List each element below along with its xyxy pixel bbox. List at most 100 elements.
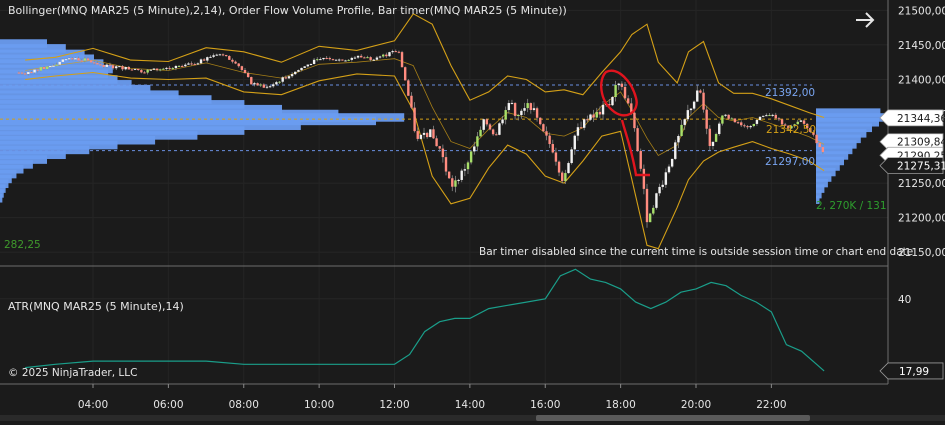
candle-body [507, 103, 511, 111]
candle-body [137, 68, 140, 71]
horizontal-scrollbar[interactable] [0, 415, 945, 421]
candle-body [206, 57, 209, 61]
price-tick-label: 21250,00 [898, 178, 945, 190]
candle-body [542, 124, 545, 132]
candle-body [394, 51, 397, 53]
candle-body [718, 123, 721, 135]
candle-body [491, 129, 495, 135]
candle-body [58, 61, 61, 65]
candle-body [573, 135, 576, 150]
candle-body [451, 178, 454, 187]
candle-body [705, 109, 708, 129]
candle-body [184, 64, 187, 67]
candle-body [89, 60, 93, 63]
candle-body [683, 119, 686, 125]
candle-body [579, 127, 583, 129]
candle-body [369, 57, 372, 60]
candle-body [498, 123, 501, 135]
candle-body [300, 67, 303, 71]
candle-body [749, 126, 752, 128]
candle-body [454, 180, 457, 187]
candle-body [601, 104, 605, 115]
candle-body [127, 66, 131, 70]
candle-body [645, 188, 649, 223]
candle-body [33, 69, 36, 73]
candle-body [366, 57, 369, 59]
candle-body [441, 148, 445, 158]
candle-body [378, 56, 382, 58]
candle-body [724, 114, 727, 116]
candle-body [416, 131, 419, 139]
candle-body [83, 58, 87, 61]
candle-body [435, 138, 438, 147]
candle-body [620, 83, 624, 87]
candle-body [102, 65, 105, 67]
candle-body [463, 169, 467, 171]
candle-body [275, 82, 278, 85]
candle-body [774, 114, 777, 119]
candle-body [510, 102, 514, 104]
candle-body [686, 110, 690, 120]
candle-body [124, 66, 127, 70]
chart-canvas[interactable]: 21500,0021450,0021400,0021350,0021250,00… [0, 0, 945, 421]
candle-body [215, 54, 218, 56]
poc-label: 21342,50 [766, 124, 816, 136]
candle-body [501, 119, 504, 124]
candle-body [237, 63, 240, 67]
candle-body [334, 59, 338, 61]
candle-body [758, 116, 762, 120]
candle-body [347, 59, 350, 61]
candle-body [589, 114, 592, 120]
candle-body [529, 103, 533, 110]
candle-body [278, 81, 281, 83]
candle-body [86, 58, 90, 61]
candle-body [762, 115, 765, 117]
candle-body [539, 117, 542, 125]
candle-body [397, 51, 401, 53]
candle-body [381, 54, 385, 57]
candle-body [642, 168, 646, 189]
candle-body [504, 110, 507, 120]
candle-body [419, 134, 423, 139]
candle-body [592, 114, 595, 118]
candle-body [375, 57, 379, 60]
candle-body [557, 161, 561, 173]
candle-body [670, 158, 674, 167]
profile-bar [0, 194, 3, 203]
candle-body [20, 72, 24, 74]
candle-body [115, 66, 118, 69]
candle-body [799, 120, 803, 122]
time-tick-label: 14:00 [455, 399, 485, 411]
candle-body [667, 166, 671, 173]
candle-body [39, 67, 43, 71]
candle-body [736, 122, 740, 124]
candle-body [473, 146, 476, 152]
candle-body [674, 142, 677, 159]
candle-body [821, 147, 825, 153]
candle-body [344, 60, 347, 62]
candle-body [482, 119, 485, 130]
candle-body [30, 72, 33, 74]
candle-body [438, 146, 441, 149]
candle-body [818, 143, 821, 148]
atr-tick-label: 40 [898, 294, 911, 306]
candle-body [193, 64, 196, 66]
candle-body [513, 102, 517, 116]
candle-body [554, 152, 558, 162]
candle-body [303, 66, 306, 68]
candle-body [297, 70, 300, 72]
candle-body [177, 65, 181, 67]
candle-body [290, 74, 294, 77]
candle-body [422, 132, 426, 135]
candle-body [199, 59, 203, 64]
candle-body [385, 54, 388, 57]
candle-body [711, 141, 715, 146]
candle-body [356, 55, 360, 58]
scrollbar-thumb[interactable] [536, 415, 810, 421]
candle-body [319, 59, 322, 61]
candle-body [740, 122, 743, 126]
candle-body [488, 124, 492, 130]
candle-body [623, 86, 627, 99]
candle-body [325, 57, 328, 59]
candle-body [755, 119, 759, 124]
